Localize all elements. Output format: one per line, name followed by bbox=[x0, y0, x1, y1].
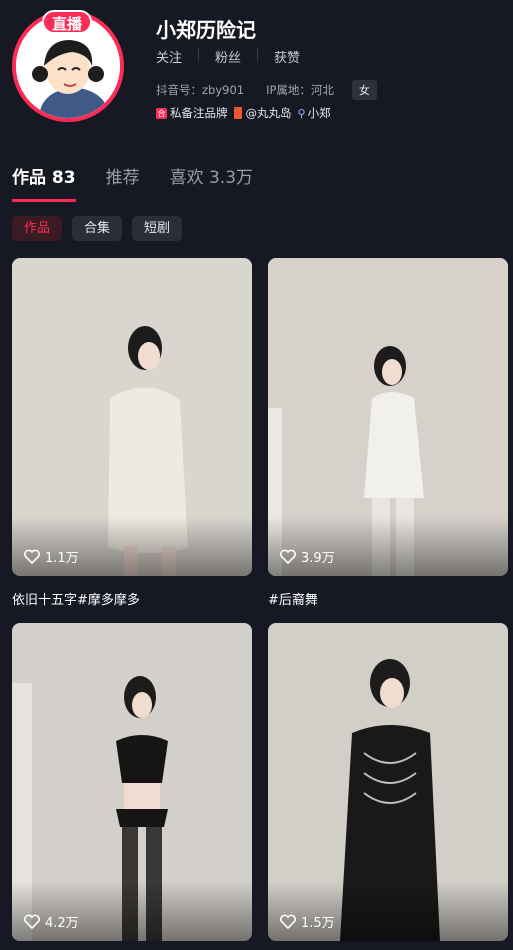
video-card[interactable]: 1.1万 bbox=[12, 258, 252, 576]
video-caption[interactable]: #后裔舞 bbox=[268, 589, 318, 608]
room-link[interactable]: @丸丸岛 bbox=[233, 105, 292, 121]
like-count: 1.5万 bbox=[280, 912, 335, 931]
avatar[interactable]: 直播 bbox=[12, 10, 124, 122]
tab-works[interactable]: 作品 83 bbox=[12, 163, 76, 188]
video-card[interactable]: 3.9万 bbox=[268, 258, 508, 576]
heart-icon bbox=[280, 914, 296, 929]
room-link-label: @丸丸岛 bbox=[245, 106, 292, 120]
thumbnail-shade bbox=[12, 881, 252, 941]
likes-stat[interactable]: 获赞 bbox=[274, 47, 300, 66]
like-count-value: 4.2万 bbox=[45, 916, 79, 931]
like-count-value: 3.9万 bbox=[301, 551, 335, 566]
thumbnail-shade bbox=[268, 516, 508, 576]
profile-meta: 抖音号：zby901 IP属地：河北 女 bbox=[156, 80, 377, 100]
followers-stat[interactable]: 粉丝 bbox=[215, 47, 241, 66]
heart-icon bbox=[280, 549, 296, 564]
chip-collections[interactable]: 合集 bbox=[72, 216, 123, 241]
douyin-id: 抖音号：zby901 bbox=[156, 83, 245, 97]
active-tab-indicator bbox=[12, 199, 76, 202]
shop-link-label: 私备注品牌 bbox=[170, 106, 228, 120]
profile-links: 合 私备注品牌 @丸丸岛 ⚲ 小郑 bbox=[156, 105, 337, 121]
chip-short-drama[interactable]: 短剧 bbox=[132, 216, 183, 241]
search-icon: ⚲ bbox=[297, 106, 306, 120]
video-caption[interactable]: 依旧十五字#摩多摩多 bbox=[12, 589, 140, 608]
like-count-value: 1.5万 bbox=[301, 916, 335, 931]
stat-divider bbox=[257, 47, 259, 61]
following-stat[interactable]: 关注 bbox=[156, 47, 182, 66]
ip-location: IP属地：河北 bbox=[266, 83, 334, 97]
followers-label: 粉丝 bbox=[215, 51, 242, 66]
profile-tabs: 作品 83 推荐 喜欢 3.3万 bbox=[12, 163, 283, 188]
live-badge[interactable]: 直播 bbox=[42, 10, 93, 34]
profile-nickname: 小郑历险记 bbox=[156, 18, 256, 42]
like-count: 1.1万 bbox=[24, 547, 79, 566]
likes-label: 获赞 bbox=[274, 51, 301, 66]
heart-icon bbox=[24, 549, 40, 564]
heart-icon bbox=[24, 914, 40, 929]
profile-stats: 关注 粉丝 获赞 bbox=[156, 47, 300, 66]
gender-tag: 女 bbox=[351, 80, 377, 100]
thumbnail-shade bbox=[12, 516, 252, 576]
stat-divider bbox=[198, 47, 200, 61]
like-count: 4.2万 bbox=[24, 912, 79, 931]
like-count: 3.9万 bbox=[280, 547, 335, 566]
door-icon bbox=[233, 107, 242, 119]
shop-icon: 合 bbox=[156, 107, 167, 119]
filter-chips: 作品 合集 短剧 bbox=[12, 216, 192, 241]
chip-works[interactable]: 作品 bbox=[12, 216, 63, 241]
like-count-value: 1.1万 bbox=[45, 551, 79, 566]
video-card[interactable]: 1.5万 bbox=[268, 623, 508, 941]
thumbnail-shade bbox=[268, 881, 508, 941]
search-link-label: 小郑 bbox=[307, 106, 331, 120]
video-card[interactable]: 4.2万 bbox=[12, 623, 252, 941]
search-link[interactable]: ⚲ 小郑 bbox=[298, 105, 331, 121]
following-label: 关注 bbox=[156, 51, 183, 66]
tab-recommend[interactable]: 推荐 bbox=[106, 163, 140, 188]
tab-likes[interactable]: 喜欢 3.3万 bbox=[170, 163, 253, 188]
shop-link[interactable]: 合 私备注品牌 bbox=[156, 105, 228, 121]
